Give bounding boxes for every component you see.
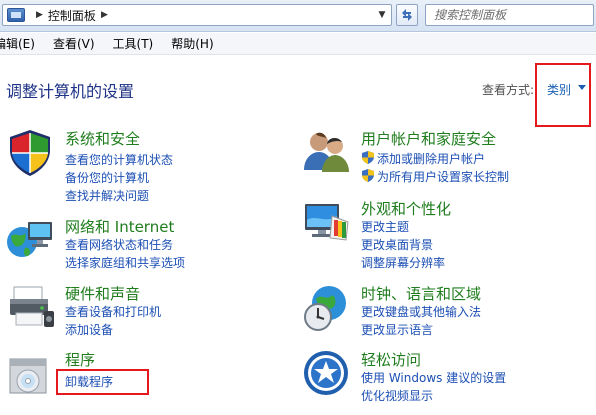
control-panel-icon: [7, 8, 25, 22]
view-by-label: 查看方式:: [482, 83, 535, 97]
page-title: 调整计算机的设置: [6, 82, 135, 101]
category-title[interactable]: 网络和 Internet: [65, 216, 174, 237]
link-change-theme[interactable]: 更改主题: [361, 218, 409, 235]
menu-view[interactable]: 查看(V): [53, 35, 95, 52]
link-network-status[interactable]: 查看网络状态和任务: [65, 236, 173, 253]
link-add-remove-accounts[interactable]: 添加或删除用户帐户: [377, 150, 485, 167]
category-title[interactable]: 时钟、语言和区域: [361, 283, 481, 304]
monitor-palette-icon: [305, 204, 349, 241]
address-toolbar: ▶ 控制面板 ▶ ▼: [0, 0, 596, 32]
link-change-desktop-background[interactable]: 更改桌面背景: [361, 236, 433, 253]
search-input[interactable]: [426, 5, 593, 25]
link-change-keyboard[interactable]: 更改键盘或其他输入法: [361, 303, 481, 320]
printer-hardware-icon: [10, 286, 54, 327]
link-adjust-resolution[interactable]: 调整屏幕分辨率: [361, 254, 445, 271]
link-optimize-video-display[interactable]: 优化视频显示: [361, 387, 433, 404]
uac-shield-icon: [362, 169, 374, 182]
control-panel-content: 调整计算机的设置 查看方式: 类别 系统和安全 查看您的计算机状态 备份您的计算…: [0, 56, 596, 415]
menu-edit[interactable]: 编辑(E): [0, 35, 35, 52]
menu-tools[interactable]: 工具(T): [113, 35, 154, 52]
category-user-accounts: 用户帐户和家庭安全 添加或删除用户帐户 为所有用户设置家长控制: [302, 128, 592, 188]
chevron-right-icon[interactable]: ▶: [101, 10, 108, 20]
category-title[interactable]: 硬件和声音: [65, 283, 140, 304]
uac-shield-icon: [362, 151, 374, 164]
highlight-box: [56, 369, 149, 395]
category-ease-of-access: 轻松访问 使用 Windows 建议的设置 优化视频显示: [302, 349, 592, 409]
link-add-device[interactable]: 添加设备: [65, 321, 113, 338]
category-hardware-sound: 硬件和声音 查看设备和打印机 添加设备: [6, 283, 286, 343]
breadcrumb-control-panel[interactable]: 控制面板: [48, 7, 96, 24]
category-title[interactable]: 轻松访问: [361, 349, 421, 370]
network-globe-icon: [7, 222, 52, 257]
link-change-display-language[interactable]: 更改显示语言: [361, 321, 433, 338]
address-bar[interactable]: ▶ 控制面板 ▶ ▼: [2, 4, 392, 26]
link-homegroup-sharing[interactable]: 选择家庭组和共享选项: [65, 254, 185, 271]
link-windows-recommended-settings[interactable]: 使用 Windows 建议的设置: [361, 369, 506, 386]
link-troubleshoot[interactable]: 查找并解决问题: [65, 187, 149, 204]
link-devices-printers[interactable]: 查看设备和打印机: [65, 303, 161, 320]
chevron-right-icon[interactable]: ▶: [36, 10, 43, 20]
category-system-security: 系统和安全 查看您的计算机状态 备份您的计算机 查找并解决问题: [6, 128, 286, 208]
highlight-box: [535, 63, 591, 127]
category-title[interactable]: 外观和个性化: [361, 198, 451, 219]
users-icon: [304, 132, 349, 172]
chevron-down-icon[interactable]: ▼: [374, 6, 390, 24]
category-title[interactable]: 程序: [65, 349, 95, 370]
category-clock-language: 时钟、语言和区域 更改键盘或其他输入法 更改显示语言: [302, 283, 592, 343]
menu-bar: 编辑(E) 查看(V) 工具(T) 帮助(H): [0, 33, 596, 55]
ease-of-access-icon: [304, 351, 348, 395]
category-title[interactable]: 用户帐户和家庭安全: [361, 128, 496, 149]
link-view-computer-status[interactable]: 查看您的计算机状态: [65, 151, 173, 168]
category-network-internet: 网络和 Internet 查看网络状态和任务 选择家庭组和共享选项: [6, 216, 286, 276]
clock-globe-icon: [304, 286, 346, 331]
link-parental-controls[interactable]: 为所有用户设置家长控制: [377, 168, 509, 185]
category-title[interactable]: 系统和安全: [65, 128, 140, 149]
programs-disc-icon: [9, 358, 47, 394]
category-appearance: 外观和个性化 更改主题 更改桌面背景 调整屏幕分辨率: [302, 198, 592, 278]
menu-help[interactable]: 帮助(H): [171, 35, 213, 52]
refresh-button[interactable]: [396, 4, 418, 26]
refresh-icon: [402, 9, 412, 21]
search-box[interactable]: [425, 4, 594, 26]
link-backup-computer[interactable]: 备份您的计算机: [65, 169, 149, 186]
shield-security-icon: [10, 130, 50, 176]
